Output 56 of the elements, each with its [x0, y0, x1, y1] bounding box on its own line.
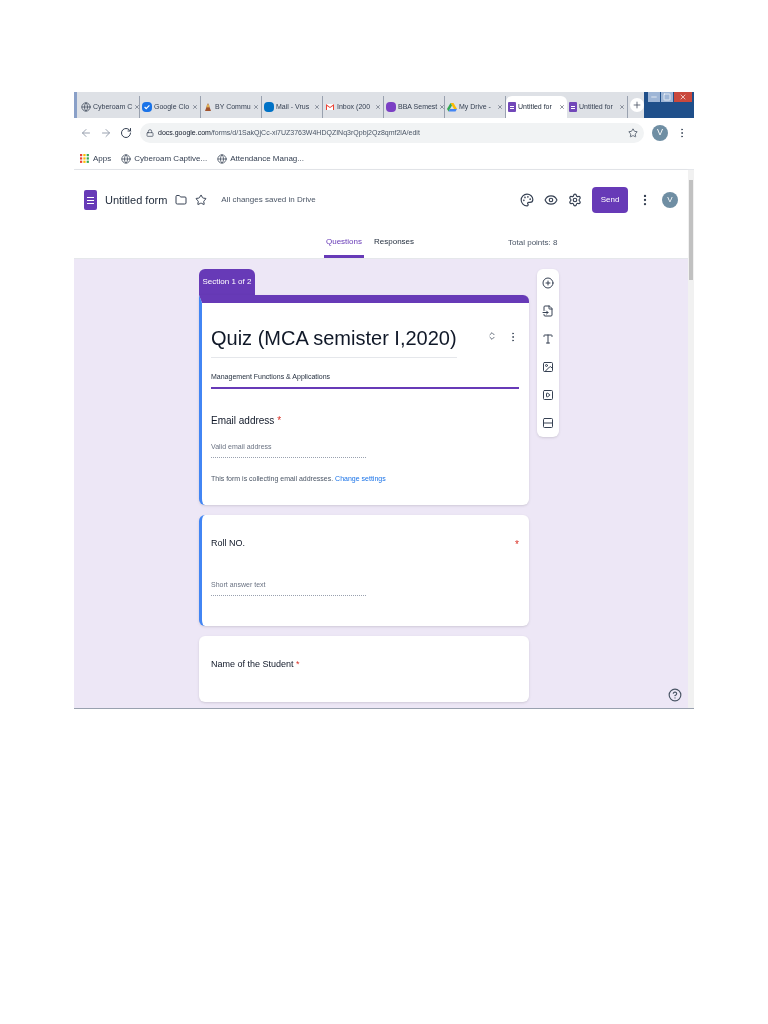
forms-logo-icon	[84, 190, 97, 210]
close-icon[interactable]	[253, 104, 259, 110]
form-tab[interactable]: Responses	[372, 236, 417, 258]
question-label: Email address *	[211, 413, 283, 428]
import-icon[interactable]	[542, 305, 554, 317]
document-title[interactable]: Untitled form	[105, 191, 168, 209]
bookmark[interactable]: Apps	[80, 152, 112, 165]
add-question-icon[interactable]	[542, 277, 554, 289]
globe-icon	[121, 153, 132, 164]
text-icon[interactable]	[542, 333, 554, 345]
apps-grid-icon	[80, 153, 90, 164]
collapse-icon[interactable]	[487, 331, 497, 341]
help-icon[interactable]	[668, 688, 682, 702]
globe-icon	[81, 102, 91, 112]
required-mark: *	[515, 537, 519, 552]
close-icon[interactable]	[619, 104, 625, 110]
bookmark[interactable]: Cyberoam Captive...	[121, 152, 208, 165]
globe-icon	[217, 153, 228, 164]
close-icon[interactable]	[497, 104, 503, 110]
video-icon[interactable]	[542, 389, 554, 401]
triangle-icon	[447, 102, 457, 112]
close-icon[interactable]	[559, 104, 565, 110]
form-title[interactable]: Quiz (MCA semister I,2020)	[211, 323, 457, 358]
star-icon[interactable]	[195, 194, 208, 206]
send-button[interactable]: Send	[592, 187, 628, 213]
close-icon[interactable]	[439, 104, 446, 110]
close-icon[interactable]	[375, 104, 381, 110]
question-card[interactable]: Name of the Student *	[199, 636, 529, 702]
question-label: Roll NO.	[211, 536, 245, 550]
close-icon[interactable]	[134, 104, 141, 110]
reload-icon[interactable]	[120, 127, 132, 139]
envelope-icon	[325, 102, 335, 112]
star-icon[interactable]	[628, 128, 638, 138]
scrollbar[interactable]	[688, 170, 694, 708]
settings-icon[interactable]	[568, 193, 582, 207]
save-status: All changes saved in Drive	[221, 194, 316, 206]
palette-icon[interactable]	[520, 193, 534, 207]
minimize-icon	[650, 93, 658, 101]
close-window-button[interactable]	[674, 92, 692, 102]
form-icon	[569, 102, 577, 112]
image-icon[interactable]	[542, 361, 554, 373]
checkmark-icon	[142, 102, 152, 112]
question-label: Name of the Student *	[211, 658, 300, 671]
section-label: Section 1 of 2	[199, 269, 255, 295]
close-icon[interactable]	[192, 104, 198, 110]
close-icon	[679, 93, 687, 101]
close-icon[interactable]	[314, 104, 320, 110]
folder-icon[interactable]	[175, 194, 188, 206]
maximize-icon	[663, 93, 671, 101]
bookmark[interactable]: Attendance Manag...	[217, 152, 304, 165]
form-icon	[508, 102, 516, 112]
total-points: Total points: 8	[508, 237, 558, 249]
eye-icon[interactable]	[544, 193, 558, 207]
emblem-icon	[203, 102, 213, 112]
lock-icon	[146, 129, 154, 137]
section-icon[interactable]	[542, 417, 554, 429]
